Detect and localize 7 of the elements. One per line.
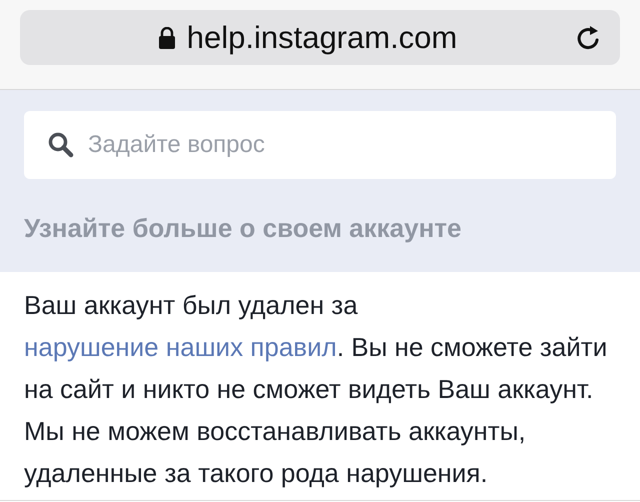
search-field[interactable]: Задайте вопрос	[24, 111, 616, 179]
address-bar[interactable]: help.instagram.com	[20, 10, 620, 65]
url-text: help.instagram.com	[186, 22, 458, 53]
section-heading: Узнайте больше о своем аккаунте	[24, 215, 462, 241]
rules-link[interactable]: нарушение наших правил	[24, 332, 337, 362]
account-message: Ваш аккаунт был удален за нарушение наших правил. Вы не сможете зайти на сайт и никто не сможет видеть Ваш аккаунт. Мы не можем восстанавливать аккаунты, удаленные за такого рода нарушения.	[24, 289, 608, 490]
lock-icon	[158, 26, 175, 48]
